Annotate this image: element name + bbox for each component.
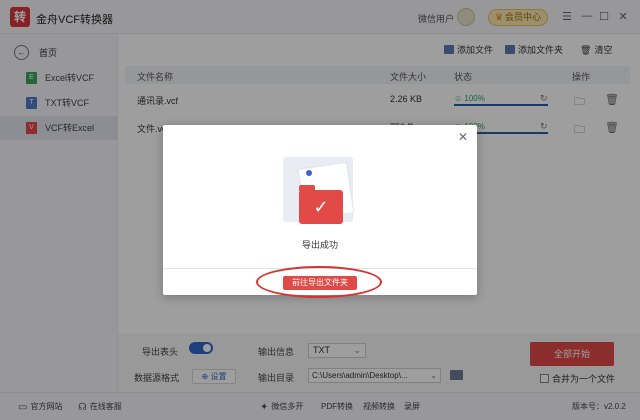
folder-check-icon: ✓: [299, 185, 343, 224]
close-icon[interactable]: ✕: [458, 130, 468, 144]
success-message: 导出成功: [301, 240, 338, 250]
dot-icon: [306, 170, 312, 176]
highlight-annotation: [256, 266, 382, 298]
